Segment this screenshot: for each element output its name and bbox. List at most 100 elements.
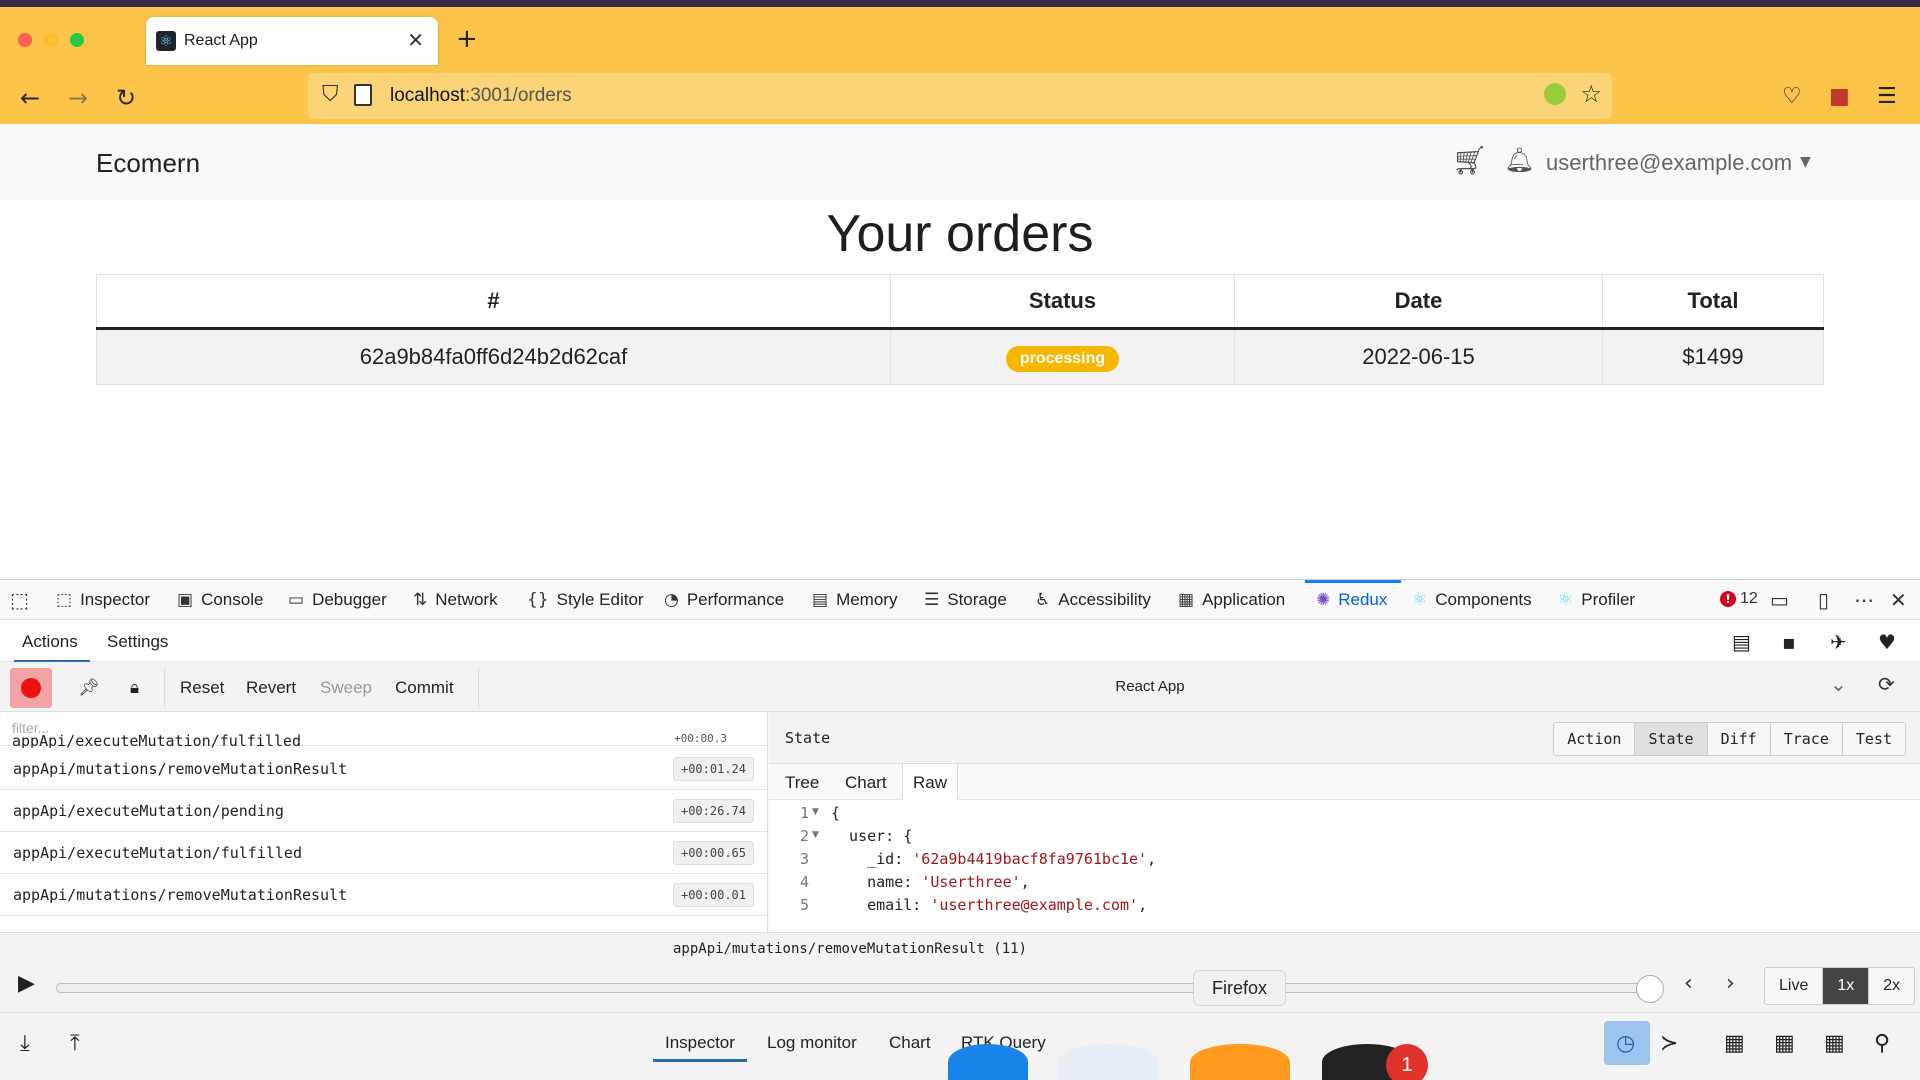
- user-dropdown[interactable]: userthree@example.com: [1546, 150, 1792, 176]
- browser-tab[interactable]: ⚛ React App ✕: [146, 17, 438, 65]
- play-icon[interactable]: ▶: [18, 971, 35, 996]
- reload-icon[interactable]: ↻: [116, 84, 136, 112]
- url-text[interactable]: localhost:3001/orders: [390, 85, 572, 107]
- raw-state-editor[interactable]: 1 ▼ { 2 ▼ user: { 3 _id: '62a9b4419bacf8fa9…: [769, 804, 1920, 919]
- tab-diff[interactable]: Diff: [1706, 723, 1770, 755]
- code-string: '62a9b4419bacf8fa9761bc1e': [912, 850, 1148, 868]
- firefox-icon[interactable]: [1190, 1044, 1290, 1080]
- record-button[interactable]: [10, 668, 52, 708]
- tab-memory[interactable]: ▤ Memory: [812, 590, 897, 610]
- tab-raw[interactable]: Raw: [902, 764, 959, 800]
- tab-chart[interactable]: Chart: [845, 773, 887, 793]
- feedback-icon[interactable]: ▪: [1782, 630, 1796, 654]
- left-dock-icon[interactable]: ▦: [1774, 1031, 1795, 1056]
- tab-trace[interactable]: Trace: [1769, 723, 1842, 755]
- heart-icon[interactable]: ♥: [1878, 630, 1896, 654]
- list-item[interactable]: appApi/mutations/removeMutationResult +0…: [0, 874, 767, 916]
- profile-extension-icon[interactable]: ■: [1829, 84, 1850, 109]
- close-tab-icon[interactable]: ✕: [407, 28, 424, 52]
- instance-selector[interactable]: React App: [480, 678, 1820, 695]
- remote-connect-icon[interactable]: ⚲: [1874, 1031, 1890, 1056]
- tab-log-monitor[interactable]: Log monitor: [767, 1033, 857, 1053]
- fold-arrow-icon[interactable]: ▼: [812, 830, 819, 840]
- split-console-icon[interactable]: ▭: [1770, 588, 1789, 612]
- forward-arrow-icon[interactable]: →: [68, 84, 88, 112]
- cart-icon[interactable]: 🛒︎: [1452, 144, 1488, 177]
- sync-icon[interactable]: ⟳: [1878, 672, 1895, 696]
- tab-application[interactable]: ▦ Application: [1178, 590, 1285, 610]
- caret-down-icon[interactable]: ▼: [1800, 154, 1811, 170]
- speed-live[interactable]: Live: [1765, 968, 1823, 1004]
- tab-tree[interactable]: Tree: [785, 773, 819, 793]
- timeline-slider: appApi/mutations/removeMutationResult (1…: [0, 932, 1920, 1012]
- tab-performance[interactable]: ◔ Performance: [664, 590, 784, 610]
- speed-2x[interactable]: 2x: [1868, 968, 1915, 1004]
- more-options-icon[interactable]: ⋯: [1854, 588, 1874, 612]
- slider-handle[interactable]: [1636, 975, 1664, 1003]
- sweep-button[interactable]: Sweep: [308, 668, 384, 708]
- tab-console[interactable]: ▣ Console: [177, 590, 263, 610]
- zoom-window-button[interactable]: [70, 33, 84, 47]
- docs-icon[interactable]: ▤: [1732, 630, 1751, 654]
- tab-chart-monitor[interactable]: Chart: [889, 1033, 931, 1053]
- new-tab-button[interactable]: +: [456, 24, 478, 54]
- code-key: _id:: [831, 850, 913, 868]
- tab-settings[interactable]: Settings: [107, 632, 168, 652]
- list-item[interactable]: appApi/executeMutation/pending +00:26.74: [0, 790, 767, 832]
- tab-redux[interactable]: ✺ Redux: [1316, 590, 1387, 610]
- list-item[interactable]: appApi/executeMutation/fulfilled +00:00.…: [0, 832, 767, 874]
- slider-track[interactable]: [56, 983, 1656, 993]
- revert-button[interactable]: Revert: [234, 668, 308, 708]
- reset-button[interactable]: Reset: [168, 668, 236, 708]
- slider-toggle-icon[interactable]: ▦: [1724, 1031, 1745, 1056]
- close-devtools-icon[interactable]: ✕: [1890, 588, 1907, 612]
- tab-inspector-monitor[interactable]: Inspector: [653, 1033, 747, 1062]
- tab-network[interactable]: ⇅ Network: [413, 590, 498, 610]
- import-icon[interactable]: ⤓: [20, 1031, 30, 1056]
- twitter-icon[interactable]: ✈: [1830, 630, 1847, 654]
- tab-debugger[interactable]: ▭ Debugger: [288, 590, 387, 610]
- brand-link[interactable]: Ecomern: [96, 148, 200, 179]
- close-window-button[interactable]: [18, 33, 32, 47]
- address-bar[interactable]: ⛉ localhost:3001/orders ☆: [308, 73, 1612, 119]
- bell-icon[interactable]: 🔔︎: [1504, 146, 1534, 174]
- tab-action[interactable]: Action: [1554, 723, 1635, 755]
- tab-style-editor[interactable]: {} Style Editor: [527, 590, 644, 610]
- commit-button[interactable]: Commit: [383, 668, 466, 708]
- extension-icon[interactable]: [1544, 83, 1566, 105]
- list-item[interactable]: appApi/mutations/removeMutationResult +0…: [0, 748, 767, 790]
- dock-app-icon[interactable]: [948, 1044, 1028, 1080]
- element-picker-icon[interactable]: ⬚: [10, 588, 29, 612]
- speed-1x[interactable]: 1x: [1822, 968, 1869, 1004]
- tab-storage[interactable]: ☰ Storage: [924, 590, 1007, 610]
- fold-arrow-icon[interactable]: ▼: [812, 807, 819, 817]
- chevron-down-icon[interactable]: ⌄: [1830, 672, 1847, 696]
- column-header-status: Status: [890, 274, 1235, 330]
- dispatcher-icon[interactable]: ≻: [1660, 1031, 1678, 1056]
- responsive-design-icon[interactable]: ▯: [1818, 588, 1829, 612]
- pin-icon[interactable]: 📌︎: [66, 668, 112, 708]
- minimize-window-button[interactable]: [44, 33, 58, 47]
- step-forward-icon[interactable]: ›: [1726, 971, 1735, 996]
- error-counter[interactable]: ! 12: [1720, 590, 1758, 608]
- table-header-row: # Status Date Total: [96, 274, 1824, 330]
- table-row[interactable]: 62a9b84fa0ff6d24b2d62caf processing 2022…: [96, 328, 1824, 385]
- step-back-icon[interactable]: ‹: [1684, 971, 1693, 996]
- tab-test[interactable]: Test: [1841, 723, 1905, 755]
- pocket-icon[interactable]: ♡: [1782, 84, 1802, 109]
- tab-profiler[interactable]: ⚛ Profiler: [1558, 590, 1635, 610]
- bookmark-star-icon[interactable]: ☆: [1580, 80, 1602, 108]
- tab-state[interactable]: State: [1634, 723, 1707, 755]
- lock-icon[interactable]: 🔒︎: [118, 668, 151, 708]
- tab-components[interactable]: ⚛ Components: [1412, 590, 1532, 610]
- tab-accessibility[interactable]: ♿ Accessibility: [1035, 590, 1151, 610]
- back-arrow-icon[interactable]: ←: [20, 84, 40, 112]
- tab-inspector[interactable]: ⬚ Inspector: [56, 590, 150, 610]
- code-key: name:: [831, 873, 922, 891]
- menu-icon[interactable]: ☰: [1877, 84, 1897, 109]
- tab-actions[interactable]: Actions: [14, 632, 90, 663]
- shield-icon[interactable]: ⛉: [322, 82, 339, 107]
- export-icon[interactable]: ⤒: [70, 1031, 80, 1056]
- bottom-dock-icon[interactable]: ▦: [1824, 1031, 1845, 1056]
- safari-icon[interactable]: [1058, 1044, 1158, 1080]
